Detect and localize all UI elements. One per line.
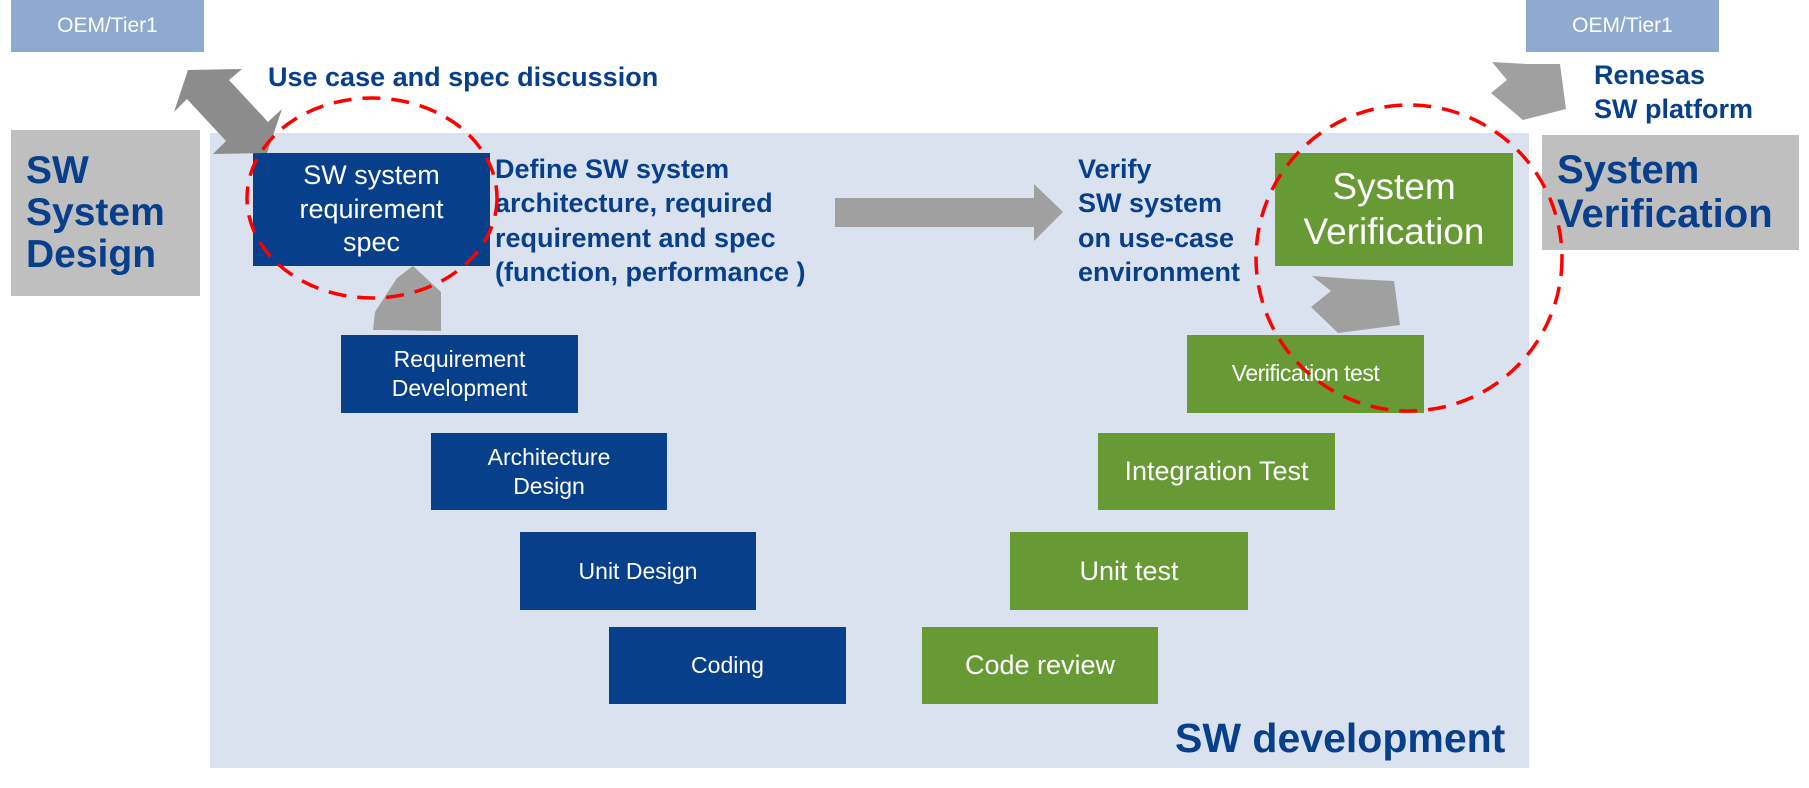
step-label-line: Requirement (393, 346, 526, 373)
step-integration-test: Integration Test (1098, 433, 1335, 510)
define-caption-line-2: architecture, required (495, 188, 773, 219)
step-verification-test: Verification test (1187, 335, 1424, 413)
system-verification-phase: System Verification (1542, 135, 1799, 250)
phase-design-line-3: Design (26, 233, 157, 277)
verify-caption-line-1: Verify (1078, 154, 1152, 184)
verify-caption: Verify SW system on use-case environment (1078, 152, 1240, 289)
up-right-arrow-platform-icon (1491, 62, 1566, 120)
oem-tier1-right: OEM/Tier1 (1526, 0, 1719, 52)
oem-tier1-left: OEM/Tier1 (11, 0, 204, 52)
step-label-line: Integration Test (1124, 456, 1309, 487)
phase-verification-line-1: System (1557, 148, 1700, 193)
renesas-caption: Renesas SW platform (1594, 59, 1753, 127)
step-label-line: Code review (964, 650, 1116, 681)
step-label-line: System (1332, 166, 1456, 208)
step-code-review: Code review (922, 627, 1158, 704)
step-label-line: Coding (691, 652, 764, 679)
renesas-caption-line-2: SW platform (1594, 93, 1753, 124)
step-label-line: Architecture (487, 443, 611, 470)
sw-development-title-text: SW development (1175, 715, 1506, 761)
step-label-line: Verification (1303, 210, 1485, 252)
define-caption-line-4: (function, performance ) (495, 256, 806, 287)
step-unit-test: Unit test (1010, 532, 1248, 610)
step-unit-design: Unit Design (520, 532, 756, 610)
define-caption-line-3: requirement and spec (495, 222, 776, 253)
renesas-caption-line-1: Renesas (1594, 60, 1706, 90)
sw-development-title: SW development (1175, 712, 1505, 764)
step-requirement-development: Requirement Development (341, 335, 578, 413)
step-label-line: Design (513, 472, 585, 499)
use-case-caption: Use case and spec discussion (268, 60, 658, 94)
verify-caption-line-2: SW system (1078, 188, 1223, 219)
step-label-line: Unit Design (578, 557, 698, 584)
phase-verification-line-2: Verification (1557, 191, 1773, 236)
phase-design-line-1: SW (26, 148, 89, 192)
step-label-line: requirement (299, 193, 444, 224)
use-case-caption-text: Use case and spec discussion (268, 62, 659, 92)
step-coding: Coding (609, 627, 846, 704)
verify-caption-line-4: environment (1078, 256, 1241, 287)
verify-caption-line-3: on use-case (1078, 222, 1235, 253)
define-caption: Define SW system architecture, required … (495, 152, 806, 289)
oem-tier1-left-label: OEM/Tier1 (57, 14, 158, 37)
step-label-line: spec (342, 227, 401, 258)
phase-design-line-2: System (26, 190, 165, 234)
step-system-verification: System Verification (1275, 153, 1513, 266)
step-label-line: Development (391, 375, 528, 401)
step-architecture-design: Architecture Design (431, 433, 667, 510)
step-label-line: Unit test (1079, 555, 1179, 586)
step-sw-system-requirement-spec: SW system requirement spec (253, 153, 490, 266)
step-label-line: SW system (303, 159, 440, 190)
define-caption-line-1: Define SW system (495, 154, 730, 184)
sw-system-design-phase: SW System Design (11, 130, 200, 296)
step-label-line: Verification test (1231, 360, 1380, 387)
oem-tier1-right-label: OEM/Tier1 (1572, 14, 1673, 37)
